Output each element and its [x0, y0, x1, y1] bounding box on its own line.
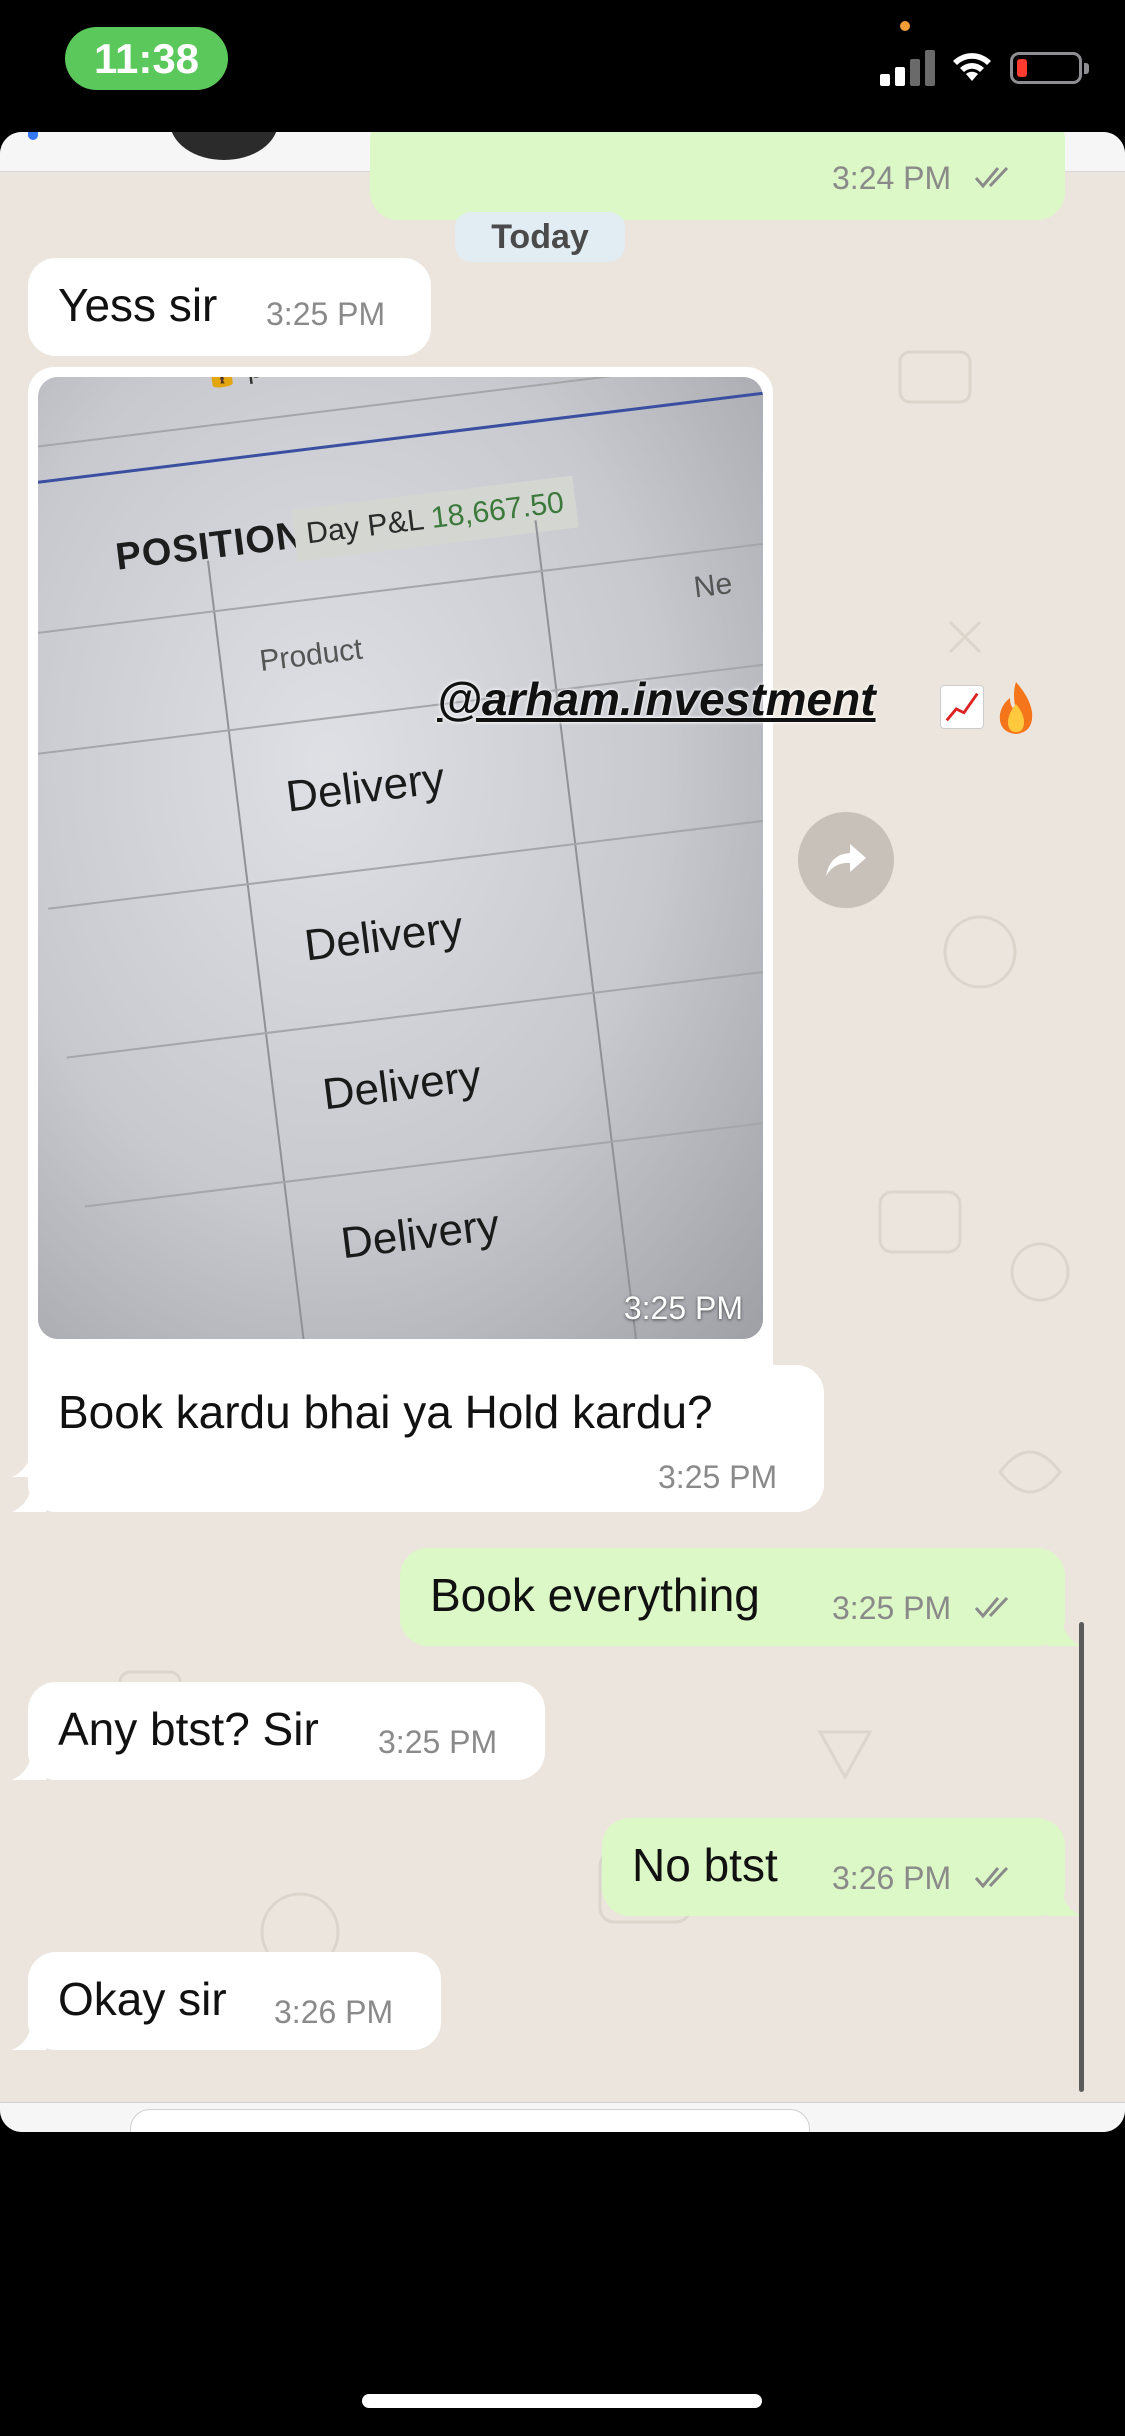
- message-time: 3:25 PM: [266, 296, 386, 332]
- message-time: 3:24 PM: [832, 160, 952, 196]
- message-bubble-incoming[interactable]: Okay sir 3:26 PM: [12, 1952, 441, 2050]
- message-bubble-outgoing[interactable]: No btst 3:26 PM: [602, 1818, 1081, 1916]
- message-time: 3:26 PM: [274, 1994, 394, 2030]
- message-input[interactable]: [130, 2109, 810, 2132]
- message-text: Yess sir: [58, 279, 218, 331]
- message-bubble-incoming[interactable]: Any btst? Sir 3:25 PM: [12, 1682, 545, 1780]
- cellular-signal-icon: [880, 48, 936, 86]
- message-text: Any btst? Sir: [58, 1703, 319, 1755]
- message-bubble-outgoing[interactable]: Book everything 3:25 PM: [400, 1548, 1081, 1646]
- message-time: 3:25 PM: [623, 1290, 743, 1326]
- table-cell: Delivery: [338, 1200, 502, 1269]
- bubble-tail: [1047, 1616, 1081, 1646]
- home-indicator[interactable]: [362, 2394, 762, 2408]
- overlay-handle-text: @arham.investment: [437, 673, 876, 725]
- contact-avatar[interactable]: [170, 132, 278, 160]
- message-text: Book kardu bhai ya Hold kardu?: [58, 1386, 713, 1438]
- message-bubble-incoming[interactable]: Yess sir 3:25 PM: [28, 258, 431, 356]
- chat-scrollbar[interactable]: [1079, 1622, 1084, 2092]
- column-header-partial: Ne: [691, 567, 735, 605]
- table-cell: Delivery: [301, 902, 466, 971]
- shared-photo[interactable]: 🔒 pro POSITIONS Day P&L 18,667.50 Produc…: [38, 377, 763, 1339]
- table-cell: Delivery: [319, 1051, 484, 1120]
- chart-increasing-emoji: [940, 685, 984, 729]
- message-bubble-outgoing[interactable]: 3:24 PM: [370, 132, 1065, 220]
- message-time: 3:25 PM: [658, 1459, 778, 1495]
- column-header-product: Product: [257, 632, 365, 678]
- message-bubble-incoming[interactable]: Book kardu bhai ya Hold kardu? 3:25 PM: [12, 1365, 824, 1512]
- status-time[interactable]: 11:38: [65, 27, 228, 90]
- forward-button[interactable]: [798, 812, 894, 908]
- composer-bar-edge: [0, 2102, 1125, 2132]
- message-time: 3:26 PM: [832, 1860, 952, 1896]
- bubble-tail: [12, 1750, 46, 1780]
- image-message[interactable]: 🔒 pro POSITIONS Day P&L 18,667.50 Produc…: [12, 367, 773, 1485]
- message-time: 3:25 PM: [378, 1724, 498, 1760]
- bubble-tail: [12, 1482, 46, 1512]
- bubble-tail: [12, 2020, 46, 2050]
- pnl-value: 18,667.50: [429, 485, 566, 536]
- message-text: Okay sir: [58, 1973, 227, 2025]
- message-text: No btst: [632, 1839, 778, 1891]
- privacy-indicator-dot: [900, 21, 910, 31]
- table-cell: Delivery: [283, 753, 448, 822]
- back-button-edge[interactable]: [28, 132, 38, 140]
- message-time: 3:25 PM: [832, 1590, 952, 1626]
- chat-panel: 3:24 PM Today Yess sir 3:25 PM 🔒 pro POS…: [0, 132, 1125, 2132]
- day-pnl-chip: Day P&L 18,667.50: [291, 475, 579, 562]
- pnl-label: Day P&L: [304, 503, 425, 551]
- date-separator: Today: [455, 212, 625, 262]
- wifi-icon: [948, 47, 996, 85]
- fire-emoji: [990, 680, 1042, 736]
- photo-partial-text: 🔒 pro: [202, 377, 289, 391]
- bubble-tail: [1047, 1886, 1081, 1916]
- double-check-icon: [974, 166, 1009, 189]
- message-text: Book everything: [430, 1569, 760, 1621]
- double-check-icon: [974, 1866, 1009, 1889]
- forward-arrow-icon: [826, 844, 866, 876]
- battery-icon: [1010, 52, 1089, 84]
- status-bar: 11:38: [0, 0, 1125, 132]
- double-check-icon: [974, 1596, 1009, 1619]
